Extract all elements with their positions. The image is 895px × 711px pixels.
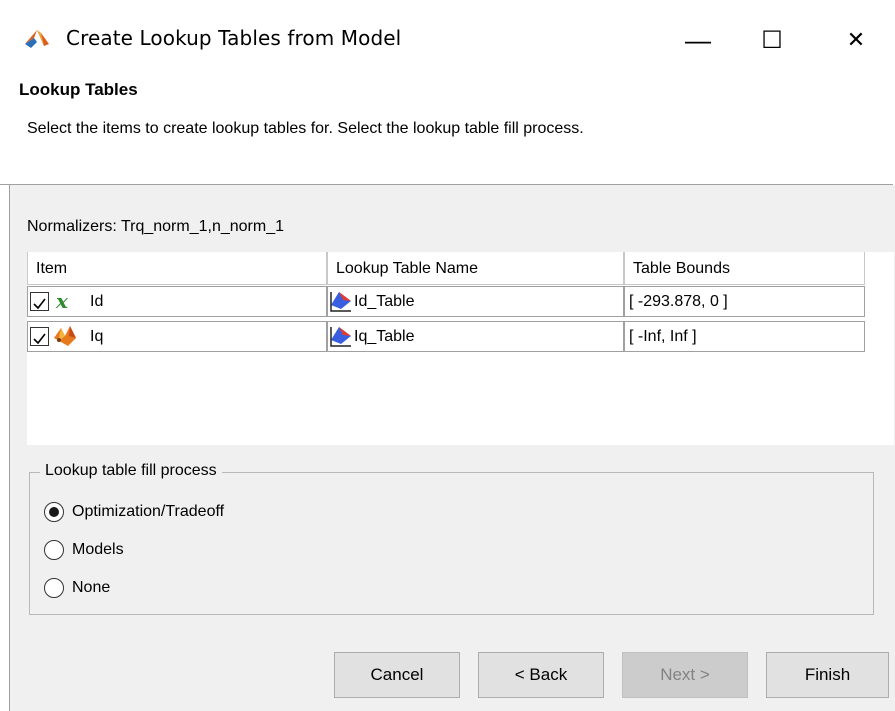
minimize-button[interactable]: — [668,18,728,62]
next-button[interactable]: Next > [622,652,748,698]
radio-button[interactable] [44,540,64,560]
page-description: Select the items to create lookup tables… [27,120,584,137]
column-header-table-bounds[interactable]: Table Bounds [624,252,865,285]
window-title: Create Lookup Tables from Model [66,26,402,50]
matlab-app-icon [22,24,52,54]
close-button[interactable]: ✕ [826,18,886,62]
item-checkbox[interactable] [30,292,49,311]
item-label: Iq [90,328,104,345]
cancel-button[interactable]: Cancel [334,652,460,698]
normalizers-label: Normalizers: Trq_norm_1,n_norm_1 [27,218,284,235]
radio-optimization-tradeoff[interactable]: Optimization/Tradeoff [44,502,224,522]
model-icon [52,324,78,358]
radio-label: Optimization/Tradeoff [72,503,225,520]
radio-label: None [72,579,111,596]
back-button[interactable]: < Back [478,652,604,698]
table-row-bounds-cell[interactable]: [ -293.878, 0 ] [624,286,865,317]
table-row-name-cell[interactable]: Id_Table [327,286,624,317]
lookup-table-icon [329,324,353,358]
item-label: Id [90,293,104,310]
table-row-item-cell[interactable]: x Id [27,286,327,317]
radio-models[interactable]: Models [44,540,124,560]
finish-button[interactable]: Finish [766,652,889,698]
bounds-label: [ -293.878, 0 ] [629,293,728,310]
maximize-icon: ☐ [761,26,783,54]
table-row-name-cell[interactable]: Iq_Table [327,321,624,352]
radio-label: Models [72,541,124,558]
fill-process-legend: Lookup table fill process [40,462,222,480]
radio-button[interactable] [44,502,64,522]
lookup-table-icon [329,289,353,323]
variable-x-icon: x [56,289,68,313]
page-title: Lookup Tables [19,80,138,99]
column-header-lookup-table-name[interactable]: Lookup Table Name [327,252,624,285]
table-name-label: Id_Table [354,293,415,310]
close-icon: ✕ [846,27,866,52]
radio-none[interactable]: None [44,578,110,598]
item-checkbox[interactable] [30,327,49,346]
bounds-label: [ -Inf, Inf ] [629,328,697,345]
fill-process-groupbox [29,472,874,615]
maximize-button[interactable]: ☐ [742,18,802,62]
column-header-item[interactable]: Item [27,252,327,285]
radio-selected-dot [49,507,59,517]
table-name-label: Iq_Table [354,328,415,345]
table-row-item-cell[interactable]: Iq [27,321,327,352]
minimize-icon: — [685,24,711,55]
radio-button[interactable] [44,578,64,598]
table-row-bounds-cell[interactable]: [ -Inf, Inf ] [624,321,865,352]
